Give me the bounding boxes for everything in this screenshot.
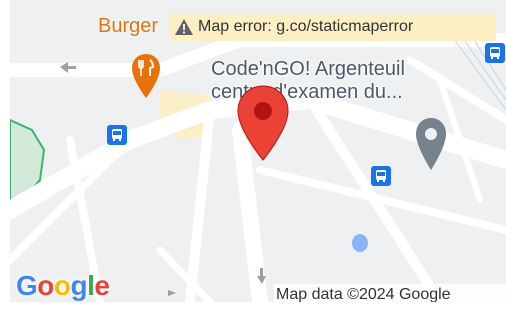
- map-error-banner: Map error: g.co/staticmaperror: [170, 13, 496, 41]
- bus-stop-icon[interactable]: [106, 124, 128, 146]
- google-logo: Google: [16, 270, 110, 301]
- restaurant-label[interactable]: Burger: [98, 16, 158, 36]
- restaurant-icon[interactable]: [131, 52, 161, 104]
- error-message: Map error: g.co/staticmaperror: [198, 18, 414, 35]
- bus-stop-icon[interactable]: [484, 42, 506, 64]
- location-pin-icon[interactable]: [236, 84, 290, 162]
- poi-label-line1: Code'nGO! Argenteuil: [211, 58, 405, 80]
- warning-icon: [175, 19, 193, 35]
- bus-stop-icon[interactable]: [370, 165, 392, 187]
- map-view[interactable]: Burger Code'nGO! Argenteuil centre d'exa…: [10, 0, 506, 302]
- map-attribution: Map data ©2024 Google: [274, 284, 506, 302]
- place-marker-icon[interactable]: [414, 116, 448, 174]
